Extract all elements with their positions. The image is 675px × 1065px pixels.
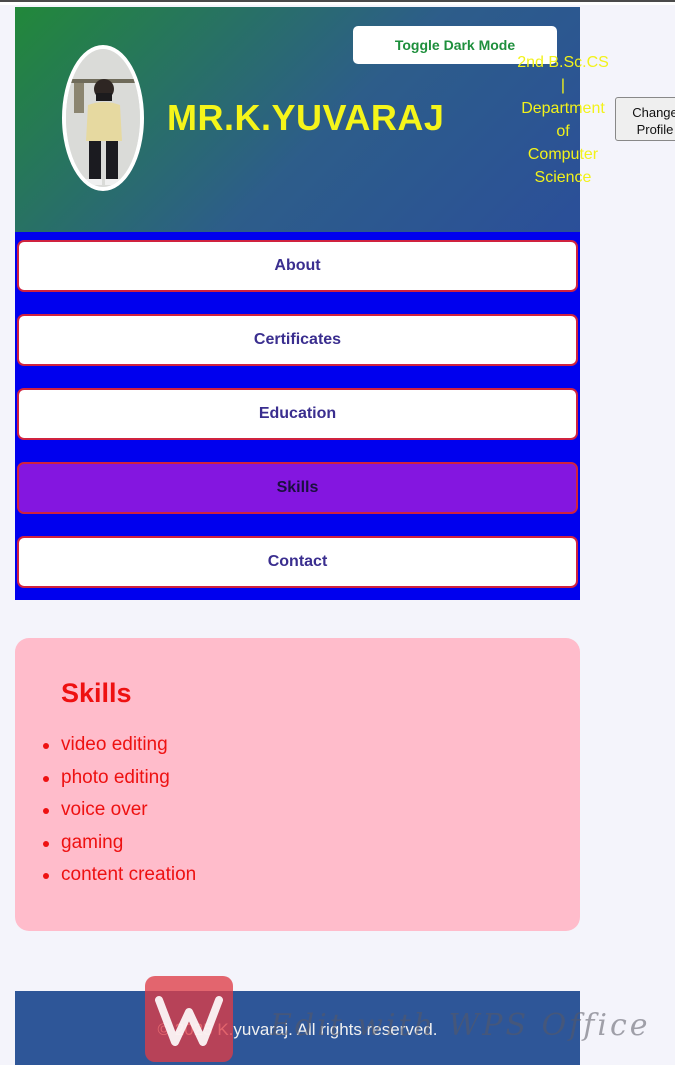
profile-header: Toggle Dark Mode MR.K.YUVARAJ 2nd B.Sc.C… bbox=[15, 7, 609, 232]
dept-line: Science bbox=[534, 169, 592, 186]
nav-certificates-button[interactable]: Certificates bbox=[17, 314, 578, 366]
skills-heading: Skills bbox=[61, 678, 132, 708]
skill-item: video editing bbox=[43, 729, 196, 762]
dept-line: | bbox=[560, 77, 566, 94]
dept-line: Computer bbox=[527, 146, 599, 163]
wps-watermark: Edit with WPS Office bbox=[270, 1008, 651, 1043]
skill-item: photo editing bbox=[43, 762, 196, 795]
wps-logo-icon bbox=[145, 976, 233, 1062]
wps-w-icon bbox=[155, 996, 223, 1046]
department-info: 2nd B.Sc.CS | Department of Computer Sci… bbox=[495, 51, 631, 189]
top-edge bbox=[0, 0, 675, 5]
main-nav: About Certificates Education Skills Cont… bbox=[15, 232, 580, 600]
profile-photo-icon bbox=[66, 49, 140, 187]
profile-name: MR.K.YUVARAJ bbox=[167, 97, 445, 138]
nav-education-button[interactable]: Education bbox=[17, 388, 578, 440]
skill-item: voice over bbox=[43, 794, 196, 827]
skill-item: content creation bbox=[43, 859, 196, 892]
dept-line: 2nd B.Sc.CS bbox=[517, 54, 609, 71]
skill-item: gaming bbox=[43, 827, 196, 860]
nav-contact-button[interactable]: Contact bbox=[17, 536, 578, 588]
change-profile-button[interactable]: Change Profile bbox=[615, 97, 675, 141]
dept-line: Department bbox=[521, 100, 605, 117]
dept-line: of bbox=[556, 123, 570, 140]
skills-card: Skills video editing photo editing voice… bbox=[15, 638, 580, 931]
skills-list: video editing photo editing voice over g… bbox=[43, 729, 196, 892]
nav-skills-button[interactable]: Skills bbox=[17, 462, 578, 514]
nav-about-button[interactable]: About bbox=[17, 240, 578, 292]
profile-avatar bbox=[62, 45, 144, 191]
